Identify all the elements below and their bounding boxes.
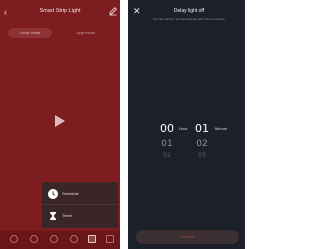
minute-selected[interactable]: 01 (191, 122, 213, 136)
page-title: Smart Strip Light (39, 8, 81, 14)
timer-option[interactable]: Timer (42, 206, 118, 226)
hourglass-icon (50, 212, 56, 220)
hour-selected[interactable]: 00 (156, 122, 178, 136)
tab-color-icon[interactable] (10, 235, 18, 243)
schedule-option[interactable]: Schedule (42, 184, 118, 204)
hour-option[interactable]: 02 (156, 152, 178, 160)
page-subtitle: The light will turn off automatically af… (152, 17, 226, 21)
tab-scene-icon[interactable] (30, 235, 38, 243)
smart-strip-light-screen: ‹ Smart Strip Light Local mode App mode … (0, 0, 120, 249)
time-picker[interactable]: 00 Hour 01 02 01 Minute 02 03 (128, 118, 245, 166)
edit-icon[interactable] (108, 6, 118, 16)
minute-option[interactable]: 03 (191, 152, 213, 160)
close-icon[interactable]: ✕ (133, 6, 143, 16)
schedule-label: Schedule (62, 191, 79, 196)
minute-unit-label: Minute (215, 126, 228, 131)
screenshot-root: ‹ Smart Strip Light Local mode App mode … (0, 0, 245, 249)
timer-label: Timer (62, 213, 73, 218)
delay-light-off-screen: ✕ Delay light off The light will turn of… (128, 0, 245, 249)
tab-timer-icon[interactable] (88, 235, 96, 243)
tab-more-icon[interactable] (106, 235, 114, 243)
minute-option[interactable]: 02 (191, 139, 213, 150)
mode-switch: Local mode App mode (8, 28, 112, 38)
play-icon[interactable] (54, 114, 66, 128)
header: ‹ Smart Strip Light (0, 0, 120, 24)
clock-icon (48, 189, 58, 199)
back-icon[interactable]: ‹ (4, 6, 14, 18)
hour-unit-label: Hour (179, 126, 188, 131)
tab-local-mode[interactable]: Local mode (8, 28, 52, 38)
options-popup: Schedule Timer (42, 182, 118, 228)
tab-mic-icon[interactable] (70, 235, 78, 243)
tab-app-mode[interactable]: App mode (64, 28, 108, 38)
confirm-button[interactable]: Confirm (136, 230, 239, 244)
popup-divider (42, 204, 118, 205)
bottom-tab-bar (0, 231, 120, 249)
tab-music-icon[interactable] (50, 235, 58, 243)
page-title: Delay light off (173, 8, 205, 14)
hour-option[interactable]: 01 (156, 139, 178, 150)
